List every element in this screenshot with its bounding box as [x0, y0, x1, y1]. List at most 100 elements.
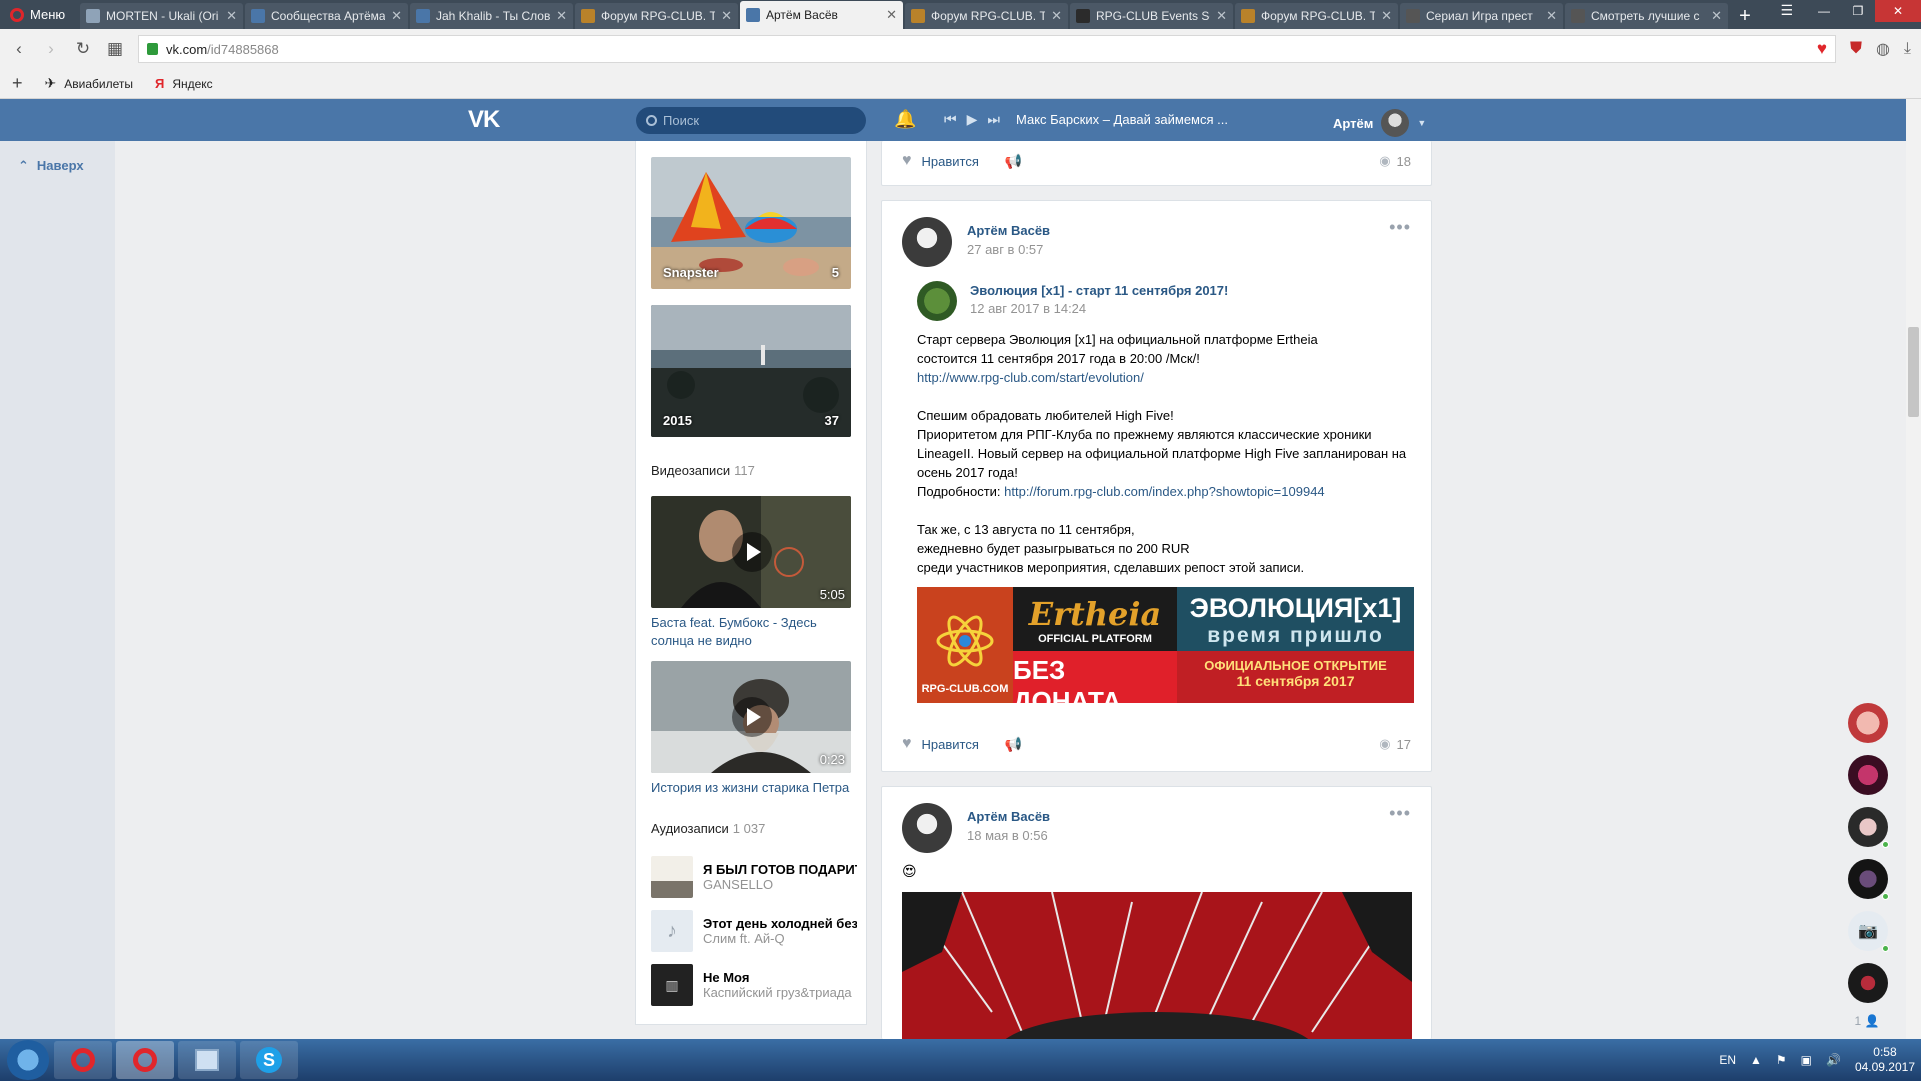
- tab-close-icon[interactable]: ✕: [721, 8, 732, 24]
- browser-tab[interactable]: Смотреть лучшие с ✕: [1565, 3, 1728, 29]
- tab-close-icon[interactable]: ✕: [1051, 8, 1062, 24]
- taskbar-skype-button[interactable]: S: [240, 1041, 298, 1079]
- adblock-icon[interactable]: ⛊: [1850, 40, 1862, 58]
- tab-close-icon[interactable]: ✕: [1711, 8, 1722, 24]
- track-artist[interactable]: GANSELLO: [703, 877, 857, 892]
- video-tile[interactable]: 0:23: [651, 661, 851, 773]
- language-indicator[interactable]: EN: [1719, 1053, 1736, 1067]
- heart-icon[interactable]: ♥: [902, 735, 912, 753]
- next-track-icon[interactable]: ⏭: [987, 111, 1000, 128]
- opera-menu-button[interactable]: Меню: [0, 0, 80, 29]
- system-clock[interactable]: 0:58 04.09.2017: [1855, 1045, 1915, 1075]
- chat-contact-avatar[interactable]: [1848, 859, 1888, 899]
- window-close-icon[interactable]: ✕: [1875, 0, 1921, 22]
- speed-dial-icon[interactable]: ▦: [106, 39, 124, 59]
- vk-logo-icon[interactable]: VK: [468, 106, 500, 134]
- browser-tab[interactable]: MORTEN - Ukali (Ori ✕: [80, 3, 243, 29]
- post-banner-image[interactable]: RPG-CLUB.COM Ertheia OFFICIAL PLATFORM Б…: [917, 587, 1414, 703]
- taskbar-opera-active-button[interactable]: [116, 1041, 174, 1079]
- track-artist[interactable]: Каспийский груз&триада: [703, 985, 852, 1000]
- like-button[interactable]: Нравится: [922, 154, 979, 169]
- tab-close-icon[interactable]: ✕: [391, 8, 402, 24]
- windows-start-icon[interactable]: [6, 1040, 50, 1080]
- page-scrollbar[interactable]: [1906, 99, 1921, 1039]
- tab-close-icon[interactable]: ✕: [1546, 8, 1557, 24]
- maximize-icon[interactable]: ❐: [1841, 0, 1875, 22]
- play-icon[interactable]: ▶: [967, 111, 978, 128]
- chat-contact-avatar[interactable]: [1848, 755, 1888, 795]
- bookmark-item[interactable]: ✈ Авиабилеты: [45, 75, 133, 92]
- play-icon[interactable]: [732, 532, 772, 572]
- url-field[interactable]: vk.com/id74885868 ♥: [138, 35, 1836, 63]
- taskbar-notes-button[interactable]: [178, 1041, 236, 1079]
- scrollbar-thumb[interactable]: [1908, 327, 1919, 417]
- video-tile[interactable]: 5:05: [651, 496, 851, 608]
- author-avatar[interactable]: [902, 217, 952, 267]
- audio-section-header[interactable]: Аудиозаписи 1 037: [651, 821, 765, 836]
- tray-expand-icon[interactable]: ▲: [1750, 1053, 1762, 1067]
- previous-track-icon[interactable]: ⏮: [944, 111, 957, 128]
- chat-contact-avatar[interactable]: [1848, 963, 1888, 1003]
- audio-track[interactable]: ♪ Этот день холодней без... Слим ft. Ай-Q: [651, 909, 857, 953]
- tab-close-icon[interactable]: ✕: [1216, 8, 1227, 24]
- post-author-link[interactable]: Артём Васёв: [967, 809, 1050, 824]
- heart-icon[interactable]: ♥: [902, 152, 912, 170]
- tab-close-icon[interactable]: ✕: [1381, 8, 1392, 24]
- search-input[interactable]: Поиск: [636, 107, 866, 134]
- forward-icon[interactable]: ›: [42, 39, 60, 59]
- browser-tab[interactable]: Jah Khalib - Ты Слов ✕: [410, 3, 573, 29]
- post-photo[interactable]: [902, 892, 1412, 1040]
- tab-close-icon[interactable]: ✕: [556, 8, 567, 24]
- bookmark-heart-icon[interactable]: ♥: [1817, 39, 1827, 59]
- browser-tab[interactable]: Сериал Игра прест ✕: [1400, 3, 1563, 29]
- more-options-icon[interactable]: •••: [1389, 217, 1411, 238]
- post-link[interactable]: http://forum.rpg-club.com/index.php?show…: [1004, 484, 1325, 499]
- user-menu[interactable]: Артём ▼: [1333, 109, 1426, 137]
- camera-icon[interactable]: 📷: [1848, 911, 1888, 951]
- action-center-flag-icon[interactable]: ⚑: [1776, 1053, 1787, 1067]
- browser-tab[interactable]: RPG-CLUB Events Sc ✕: [1070, 3, 1233, 29]
- tab-close-icon[interactable]: ✕: [886, 7, 897, 23]
- like-button[interactable]: Нравится: [922, 737, 979, 752]
- vpn-globe-icon[interactable]: ◍: [1876, 39, 1890, 59]
- audio-track[interactable]: Я БЫЛ ГОТОВ ПОДАРИТ... GANSELLO: [651, 855, 857, 899]
- more-options-icon[interactable]: •••: [1389, 803, 1411, 824]
- back-to-top-button[interactable]: ⌃ Наверх: [18, 158, 84, 174]
- online-friends-counter[interactable]: 1 👤: [1838, 1014, 1896, 1028]
- share-icon[interactable]: 📢: [1005, 736, 1022, 753]
- tab-close-icon[interactable]: ✕: [226, 8, 237, 24]
- download-icon[interactable]: ⤓: [1904, 40, 1911, 58]
- repost-source-link[interactable]: Эволюция [x1] - старт 11 сентября 2017!: [970, 283, 1228, 298]
- video-title-link[interactable]: Баста feat. Бумбокс - Здесь солнца не ви…: [651, 614, 851, 650]
- videos-section-header[interactable]: Видеозаписи 117: [651, 463, 755, 478]
- browser-tab-active[interactable]: Артём Васёв ✕: [740, 1, 903, 29]
- minimize-icon[interactable]: —: [1807, 0, 1841, 22]
- post-date[interactable]: 27 авг в 0:57: [967, 242, 1043, 257]
- photo-album-tile[interactable]: 2015 37: [651, 305, 851, 437]
- browser-tab[interactable]: Сообщества Артёма ✕: [245, 3, 408, 29]
- back-icon[interactable]: ‹: [10, 39, 28, 59]
- notifications-bell-icon[interactable]: 🔔: [894, 109, 916, 130]
- new-tab-button[interactable]: +: [1730, 3, 1760, 29]
- chat-contact-avatar[interactable]: [1848, 807, 1888, 847]
- back-to-top-panel[interactable]: ⌃ Наверх: [0, 141, 115, 1039]
- browser-tab[interactable]: Форум RPG-CLUB. Т ✕: [1235, 3, 1398, 29]
- taskbar-opera-button[interactable]: [54, 1041, 112, 1079]
- post-date[interactable]: 18 мая в 0:56: [967, 828, 1048, 843]
- tab-menu-icon[interactable]: ☰: [1780, 2, 1793, 19]
- community-avatar[interactable]: [917, 281, 957, 321]
- browser-tab[interactable]: Форум RPG-CLUB. Т ✕: [575, 3, 738, 29]
- video-title-link[interactable]: История из жизни старика Петра: [651, 779, 851, 797]
- now-playing-track[interactable]: Макс Барских – Давай займемся ...: [1016, 112, 1228, 127]
- share-icon[interactable]: 📢: [1005, 153, 1022, 170]
- play-icon[interactable]: [732, 697, 772, 737]
- browser-tab[interactable]: Форум RPG-CLUB. Т ✕: [905, 3, 1068, 29]
- network-icon[interactable]: ▣: [1801, 1053, 1812, 1067]
- chat-contact-avatar[interactable]: [1848, 703, 1888, 743]
- bookmark-item[interactable]: Я Яндекс: [155, 76, 213, 91]
- photo-album-tile[interactable]: Snapster 5: [651, 157, 851, 289]
- reload-icon[interactable]: ↻: [74, 39, 92, 59]
- author-avatar[interactable]: [902, 803, 952, 853]
- add-bookmark-icon[interactable]: +: [12, 73, 23, 94]
- volume-icon[interactable]: 🔊: [1826, 1053, 1841, 1067]
